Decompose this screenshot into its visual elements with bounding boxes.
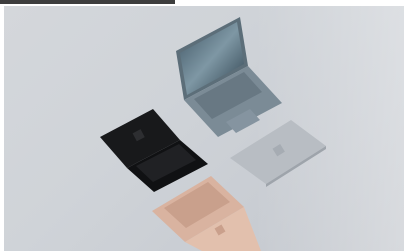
- sandstone-laptop: [152, 176, 261, 251]
- product-photo: [4, 6, 404, 251]
- top-strip: [0, 0, 405, 5]
- light-patch: [254, 6, 404, 251]
- black-laptop: [100, 109, 208, 192]
- top-dark-bar: [0, 0, 175, 4]
